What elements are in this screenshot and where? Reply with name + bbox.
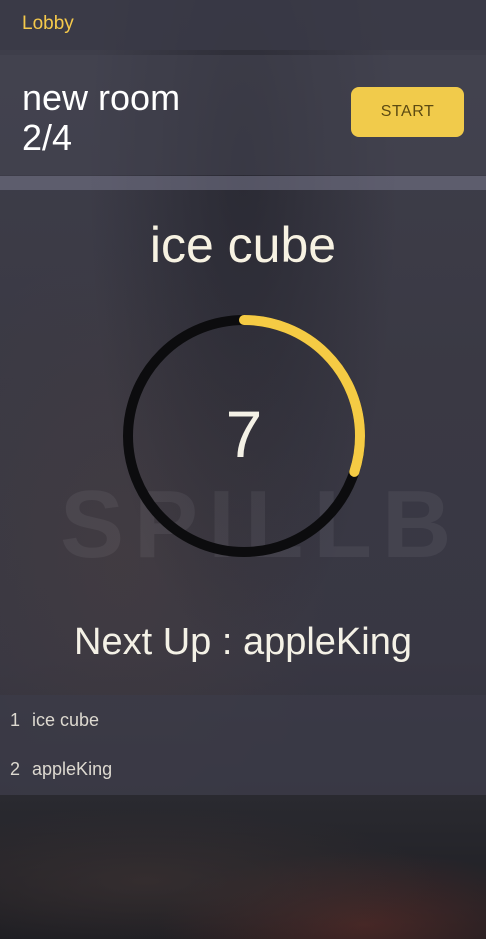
room-player-count: 2/4 — [22, 117, 73, 158]
timer-value: 7 — [225, 397, 263, 471]
top-bar: Lobby — [0, 0, 486, 50]
room-header: new room 2/4 START — [0, 55, 486, 175]
start-button[interactable]: START — [351, 87, 464, 137]
countdown-timer: 7 — [118, 310, 370, 562]
list-item: 2 appleKing — [10, 755, 112, 783]
lobby-link[interactable]: Lobby — [22, 13, 74, 35]
divider — [0, 176, 486, 190]
background-image — [0, 795, 486, 939]
players-list: 1 ice cube 2 appleKing — [0, 695, 486, 795]
player-index: 2 — [10, 759, 21, 779]
list-item: 1 ice cube — [10, 706, 99, 734]
player-name: ice cube — [32, 710, 100, 730]
player-name: appleKing — [32, 759, 113, 779]
next-up-label: Next Up : appleKing — [74, 621, 412, 663]
room-name: new room — [22, 77, 181, 118]
player-index: 1 — [10, 710, 21, 730]
current-player-name: ice cube — [149, 217, 337, 273]
